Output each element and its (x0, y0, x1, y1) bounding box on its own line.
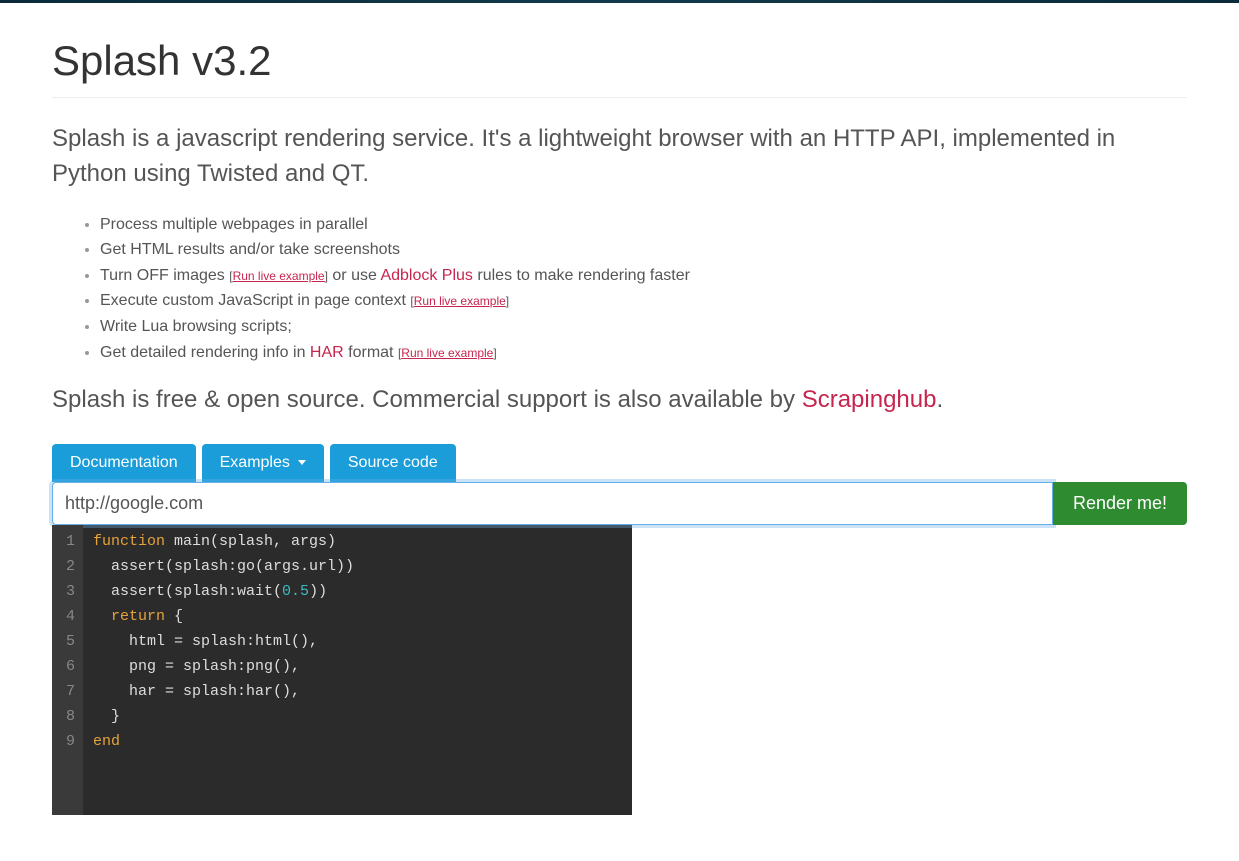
url-input[interactable] (52, 482, 1053, 525)
intro-text: Splash is a javascript rendering service… (52, 122, 1187, 192)
run-live-example-link[interactable]: Run live example (398, 346, 497, 360)
examples-dropdown-button[interactable]: Examples (202, 444, 324, 482)
examples-label: Examples (220, 454, 290, 472)
oss-pre: Splash is free & open source. Commercial… (52, 386, 802, 413)
source-code-button[interactable]: Source code (330, 444, 456, 482)
feature-text: Get detailed rendering info in (100, 344, 310, 361)
feature-item: Get detailed rendering info in HAR forma… (100, 340, 1187, 366)
code-text: png = splash:png(), (93, 658, 300, 675)
feature-list: Process multiple webpages in parallel Ge… (52, 212, 1187, 366)
code-text: )) (309, 583, 327, 600)
window-top-border (0, 0, 1239, 3)
feature-text: or use (328, 267, 380, 284)
feature-item: Write Lua browsing scripts; (100, 314, 1187, 340)
feature-text: Execute custom JavaScript in page contex… (100, 292, 410, 309)
code-text: html = splash:html(), (93, 633, 318, 650)
feature-item: Get HTML results and/or take screenshots (100, 237, 1187, 263)
feature-item: Process multiple webpages in parallel (100, 212, 1187, 238)
code-keyword: return (93, 608, 165, 625)
code-text: main(splash, args) (165, 533, 336, 550)
code-text: { (165, 608, 183, 625)
code-keyword: function (93, 533, 165, 550)
run-live-example-link[interactable]: Run live example (410, 294, 509, 308)
documentation-button[interactable]: Documentation (52, 444, 196, 482)
action-button-row: Documentation Examples Source code (52, 444, 1187, 482)
code-text: har = splash:har(), (93, 683, 300, 700)
feature-text: rules to make rendering faster (473, 267, 690, 284)
url-form: Render me! (52, 482, 1187, 525)
feature-item: Execute custom JavaScript in page contex… (100, 288, 1187, 314)
line-number-gutter: 1 2 3 4 5 6 7 8 9 (52, 525, 83, 815)
adblock-plus-link[interactable]: Adblock Plus (380, 267, 473, 284)
code-text: } (93, 708, 120, 725)
code-text: assert(splash:go(args.url)) (93, 558, 354, 575)
code-area[interactable]: function main(splash, args) assert(splas… (83, 525, 632, 815)
oss-post: . (936, 386, 943, 413)
code-keyword: end (93, 733, 120, 750)
open-source-text: Splash is free & open source. Commercial… (52, 383, 1187, 418)
feature-item: Turn OFF images Run live example or use … (100, 263, 1187, 289)
har-link[interactable]: HAR (310, 344, 344, 361)
feature-text: Turn OFF images (100, 267, 229, 284)
page-title: Splash v3.2 (52, 37, 1187, 98)
scrapinghub-link[interactable]: Scrapinghub (802, 386, 937, 413)
render-button[interactable]: Render me! (1053, 482, 1187, 525)
feature-text: format (344, 344, 398, 361)
code-editor[interactable]: 1 2 3 4 5 6 7 8 9 function main(splash, … (52, 525, 632, 815)
caret-down-icon (298, 460, 306, 465)
run-live-example-link[interactable]: Run live example (229, 269, 328, 283)
code-text: assert(splash:wait( (93, 583, 282, 600)
code-number: 0.5 (282, 583, 309, 600)
